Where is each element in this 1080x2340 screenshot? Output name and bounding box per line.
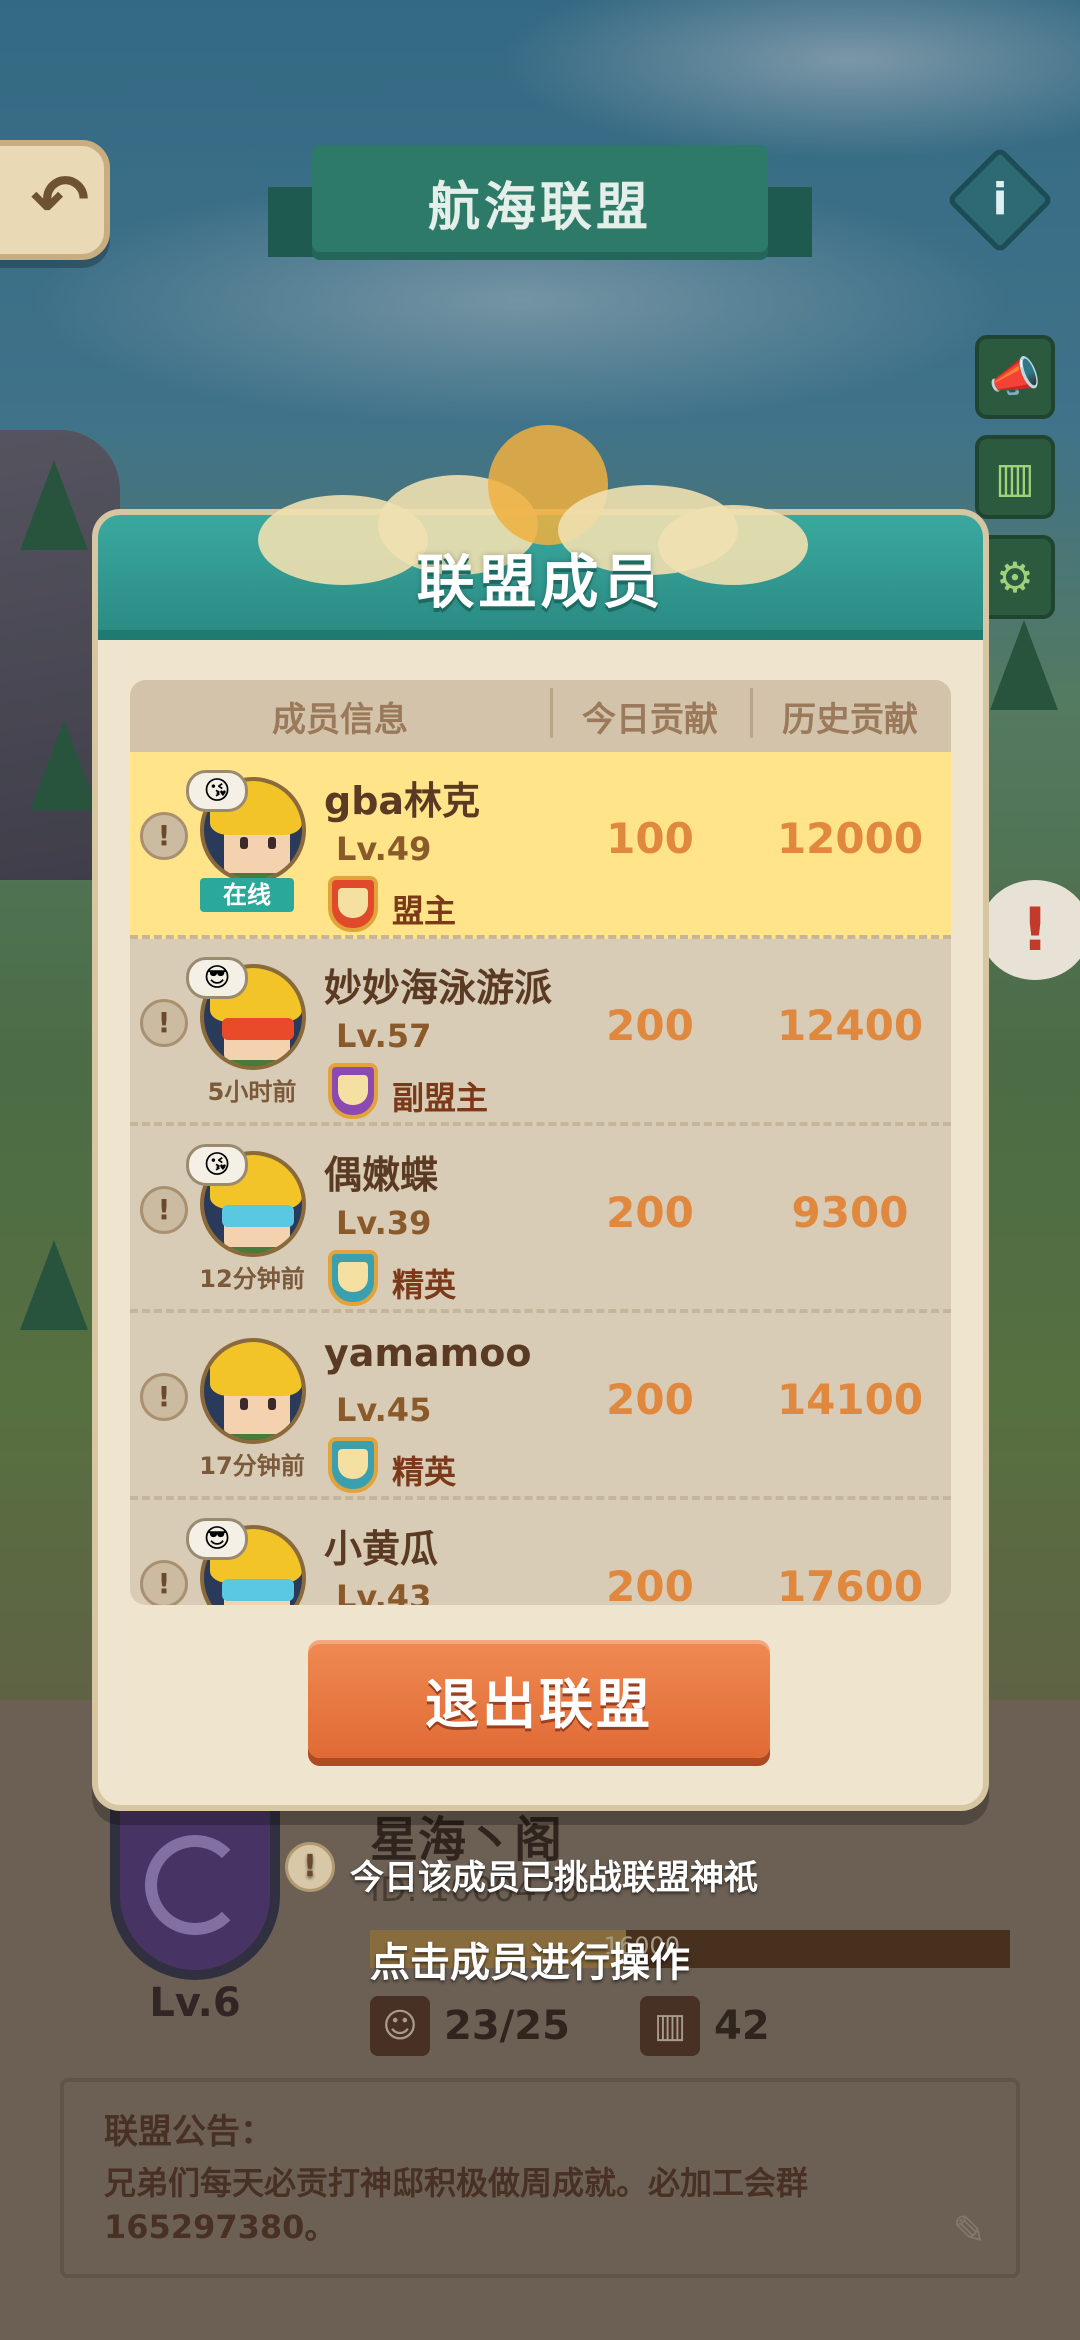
title-banner: 航海联盟 xyxy=(268,145,812,275)
tooltip-line-2: 点击成员进行操作 xyxy=(370,1940,690,1986)
today-contribution: 100 xyxy=(606,814,694,863)
history-contribution: 9300 xyxy=(791,1188,909,1237)
emoji-bubble-icon: 😎 xyxy=(186,1518,248,1560)
history-contribution: 14100 xyxy=(776,1375,924,1424)
member-row[interactable]: ! 😘 在线 gba林克 Lv.49 盟主 100 12000 xyxy=(130,752,951,939)
modal-header: 联盟成员 xyxy=(98,425,983,640)
info-icon: i xyxy=(992,174,1008,225)
alert-icon: ! xyxy=(1021,895,1049,965)
member-row[interactable]: ! 😘 12分钟前 偶嫩蝶 Lv.39 精英 200 9300 xyxy=(130,1126,951,1313)
back-arrow-icon: ↶ xyxy=(30,159,90,241)
member-row[interactable]: ! 17分钟前 yamamoo Lv.45 精英 200 14100 xyxy=(130,1313,951,1500)
warning-icon[interactable]: ! xyxy=(140,812,188,860)
member-status: 17分钟前 xyxy=(199,1452,305,1480)
emoji-bubble-icon: 😘 xyxy=(186,1144,248,1186)
member-name: 偶嫩蝶 xyxy=(324,1153,439,1197)
member-row[interactable]: ! 😎 5小时前 妙妙海泳游派 Lv.57 副盟主 200 12400 xyxy=(130,939,951,1126)
member-rank: 精英 xyxy=(392,1266,457,1304)
podium-button[interactable]: ▥ xyxy=(975,435,1055,519)
member-status: 12分钟前 xyxy=(199,1265,305,1293)
settings-button[interactable]: ⚙ xyxy=(975,535,1055,619)
member-status: 在线 xyxy=(200,878,294,912)
warning-icon: ! xyxy=(285,1842,335,1892)
rank-badge-icon xyxy=(328,876,378,932)
member-tooltip: ! 今日该成员已挑战联盟神祇 点击成员进行操作 xyxy=(285,1842,850,1986)
avatar xyxy=(200,1338,306,1444)
member-status: 5小时前 xyxy=(207,1078,297,1106)
back-button[interactable]: ↶ xyxy=(0,140,110,260)
today-contribution: 200 xyxy=(606,1562,694,1605)
rank-badge-icon xyxy=(328,1250,378,1306)
member-name: gba林克 xyxy=(324,779,481,823)
members-modal: 联盟成员 成员信息 今日贡献 历史贡献 ! 😘 在线 gba林克 Lv.49 盟… xyxy=(98,425,983,1805)
history-contribution: 12000 xyxy=(776,814,924,863)
member-level: Lv.49 xyxy=(336,830,432,868)
megaphone-button[interactable]: 📣 xyxy=(975,335,1055,419)
rank-badge-icon xyxy=(328,1437,378,1493)
table-header: 成员信息 今日贡献 历史贡献 xyxy=(130,680,951,752)
rank-badge-icon xyxy=(328,1063,378,1119)
col-today-contribution: 今日贡献 xyxy=(550,687,750,741)
member-name: 妙妙海泳游派 xyxy=(324,966,553,1010)
warning-icon[interactable]: ! xyxy=(140,1560,188,1605)
podium-icon: ▥ xyxy=(995,452,1035,502)
col-history-contribution: 历史贡献 xyxy=(750,687,950,741)
member-level: Lv.43 xyxy=(336,1578,432,1605)
member-name: yamamoo xyxy=(324,1331,532,1375)
warning-icon[interactable]: ! xyxy=(140,999,188,1047)
members-table[interactable]: 成员信息 今日贡献 历史贡献 ! 😘 在线 gba林克 Lv.49 盟主 100… xyxy=(130,680,951,1605)
emoji-bubble-icon: 😘 xyxy=(186,770,248,812)
warning-icon[interactable]: ! xyxy=(140,1186,188,1234)
tooltip-line-1: 今日该成员已挑战联盟神祇 xyxy=(350,1858,758,1898)
glasses xyxy=(222,1579,294,1601)
member-level: Lv.39 xyxy=(336,1204,432,1242)
member-rank: 副盟主 xyxy=(392,1079,489,1117)
glasses xyxy=(222,1205,294,1227)
glasses xyxy=(222,1018,294,1040)
emoji-bubble-icon: 😎 xyxy=(186,957,248,999)
member-level: Lv.45 xyxy=(336,1391,432,1429)
today-contribution: 200 xyxy=(606,1375,694,1424)
page-title: 航海联盟 xyxy=(427,178,652,238)
member-rank: 盟主 xyxy=(392,892,457,930)
warning-icon[interactable]: ! xyxy=(140,1373,188,1421)
alert-button[interactable]: ! xyxy=(980,880,1080,980)
modal-title: 联盟成员 xyxy=(416,548,665,616)
megaphone-icon: 📣 xyxy=(988,352,1042,401)
today-contribution: 200 xyxy=(606,1001,694,1050)
gear-icon: ⚙ xyxy=(996,552,1034,602)
member-level: Lv.57 xyxy=(336,1017,432,1055)
member-row[interactable]: ! 😎 小黄瓜 Lv.43 200 17600 xyxy=(130,1500,951,1605)
history-contribution: 17600 xyxy=(776,1562,924,1605)
col-member-info: 成员信息 xyxy=(272,699,408,740)
today-contribution: 200 xyxy=(606,1188,694,1237)
quit-alliance-button[interactable]: 退出联盟 xyxy=(308,1640,770,1758)
member-rank: 精英 xyxy=(392,1453,457,1491)
history-contribution: 12400 xyxy=(776,1001,924,1050)
member-name: 小黄瓜 xyxy=(324,1527,439,1571)
